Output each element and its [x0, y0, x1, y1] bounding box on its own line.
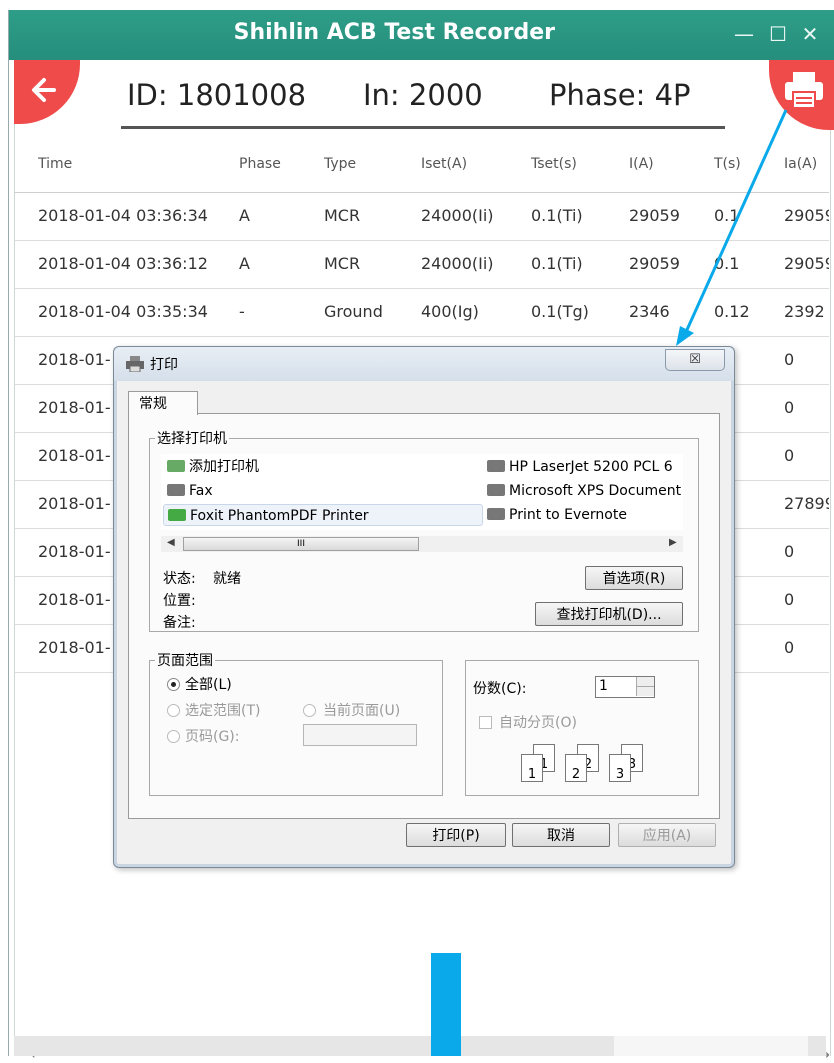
annotation-arrow [676, 109, 788, 346]
annotation-bar [431, 953, 461, 1056]
